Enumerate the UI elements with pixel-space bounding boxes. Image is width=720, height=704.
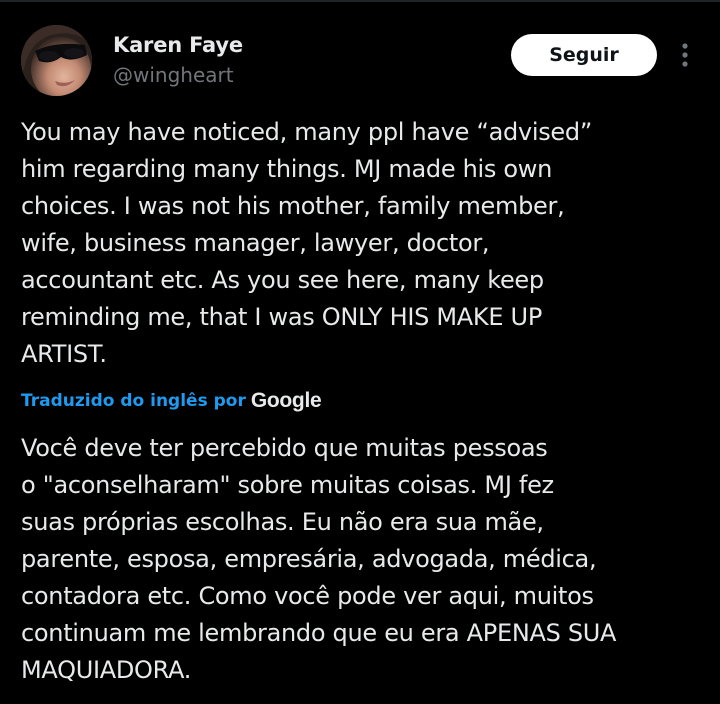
author-display-name[interactable]: Karen Faye bbox=[113, 31, 243, 59]
translated-by-link[interactable]: Traduzido do inglês por bbox=[21, 391, 246, 411]
author-block: Karen Faye @wingheart bbox=[113, 31, 243, 89]
more-vertical-icon bbox=[682, 43, 688, 67]
author-handle[interactable]: @wingheart bbox=[113, 61, 243, 89]
follow-button[interactable]: Seguir bbox=[511, 34, 657, 76]
avatar-image bbox=[21, 25, 92, 96]
avatar[interactable] bbox=[21, 25, 92, 96]
post: Karen Faye @wingheart Seguir You may hav… bbox=[0, 0, 720, 704]
google-logo: Google bbox=[250, 389, 322, 412]
more-options-button[interactable] bbox=[672, 38, 698, 72]
translation-attribution: Traduzido do inglês por Google bbox=[21, 386, 322, 416]
post-text: You may have noticed, many ppl have “adv… bbox=[21, 118, 592, 368]
translated-post-text: Você deve ter percebido que muitas pesso… bbox=[21, 434, 617, 684]
